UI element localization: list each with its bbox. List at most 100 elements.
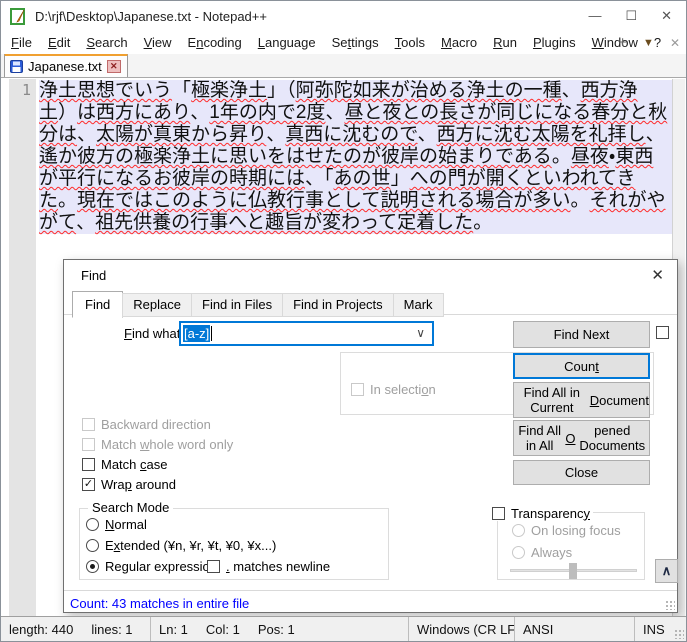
checkbox-box[interactable]	[656, 326, 669, 339]
text-run: 、	[646, 124, 665, 145]
dialog-tab-find[interactable]: Find	[72, 291, 123, 318]
find-what-combobox[interactable]: [a-z] ∨	[179, 321, 434, 346]
checkbox-label: . matches newline	[226, 559, 330, 574]
search-mode-normal-radio[interactable]: Normal	[86, 516, 147, 532]
checkbox-box[interactable]	[82, 438, 95, 451]
transparency-checkbox[interactable]: Transparency	[489, 505, 593, 521]
dialog-status-separator	[64, 590, 677, 591]
dialog-resize-grip[interactable]	[665, 600, 675, 610]
on-losing-focus-radio[interactable]: On losing focus	[512, 522, 621, 538]
text-run: 」	[391, 168, 410, 189]
text-run: 」	[267, 80, 286, 101]
radio-label: Always	[531, 545, 572, 560]
transparency-slider[interactable]	[510, 569, 637, 572]
text-run: 、	[325, 102, 344, 123]
radio-circle[interactable]	[512, 546, 525, 559]
radio-circle[interactable]	[86, 518, 99, 531]
text-run: 太陽が真東から昇り	[96, 124, 266, 145]
checkbox-box[interactable]	[82, 458, 95, 471]
checkbox-box[interactable]	[82, 418, 95, 431]
statusbar-field: Pos: 1	[258, 622, 295, 637]
bookmark-margin[interactable]	[2, 79, 9, 616]
menu-language[interactable]: Language	[250, 32, 324, 53]
close-icon[interactable]: ✕	[661, 8, 672, 24]
text-run: 「	[324, 168, 334, 189]
text-run: は西方にあり	[77, 102, 190, 123]
text-run: 、	[77, 124, 96, 145]
close-tab-icon[interactable]: ✕	[670, 36, 680, 50]
checkbox-box[interactable]	[351, 383, 364, 396]
transparency-slider-thumb[interactable]	[569, 563, 577, 579]
menu-items: FileEditSearchViewEncodingLanguageSettin…	[3, 32, 669, 53]
search-mode-regex-radio[interactable]: Regular expression	[86, 558, 217, 574]
radio-circle[interactable]	[86, 539, 99, 552]
menu-run[interactable]: Run	[485, 32, 525, 53]
tab-close-icon[interactable]: ✕	[107, 60, 121, 73]
menu-settings[interactable]: Settings	[324, 32, 387, 53]
text-run: 、	[562, 80, 581, 101]
statusbar-segment-4: INS	[635, 617, 673, 641]
dialog-tab-replace[interactable]: Replace	[122, 293, 192, 317]
text-run: 、	[305, 168, 324, 189]
radio-circle[interactable]	[86, 560, 99, 573]
statusbar-segment-3: ANSI	[515, 617, 635, 641]
title-bar: D:\rjf\Desktop\Japanese.txt - Notepad++ …	[1, 1, 686, 31]
statusbar-field: Col: 1	[206, 622, 240, 637]
checkbox-label: In selection	[370, 382, 436, 397]
dot-matches-newline-checkbox[interactable]: . matches newline	[207, 558, 330, 574]
checkbox-box[interactable]: ✓	[82, 478, 95, 491]
backward-direction-checkbox[interactable]: Backward direction	[82, 416, 211, 432]
find-all-current-button[interactable]: Find All in Current Document	[513, 382, 650, 418]
wrap-around-checkbox[interactable]: ✓Wrap around	[82, 476, 176, 492]
menu-encoding[interactable]: Encoding	[180, 32, 250, 53]
two-buttons-mode-checkbox[interactable]	[656, 324, 669, 340]
radio-label: Extended (¥n, ¥r, ¥t, ¥0, ¥x...)	[105, 538, 276, 553]
dialog-tab-strip: FindReplaceFind in FilesFind in Projects…	[72, 291, 443, 317]
text-caret	[211, 326, 212, 341]
saved-file-icon	[10, 60, 23, 73]
menu-macro[interactable]: Macro	[433, 32, 485, 53]
minimize-icon[interactable]: —	[588, 8, 601, 24]
statusbar-segment-1: Ln: 1Col: 1Pos: 1	[151, 617, 409, 641]
radio-label: Regular expression	[105, 559, 217, 574]
tab-japanese-txt[interactable]: Japanese.txt ✕	[4, 53, 128, 77]
dialog-tab-find-in-files[interactable]: Find in Files	[191, 293, 283, 317]
text-run: 浄土思想でいう	[39, 80, 172, 101]
radio-circle[interactable]	[512, 524, 525, 537]
count-button[interactable]: Count	[513, 353, 650, 379]
window-resize-grip[interactable]	[674, 629, 684, 639]
dialog-close-icon[interactable]: ✕	[651, 266, 664, 284]
match-whole-word-checkbox[interactable]: Match whole word only	[82, 436, 233, 452]
text-run: 、	[418, 124, 437, 145]
radio-label: On losing focus	[531, 523, 621, 538]
dialog-tab-mark[interactable]: Mark	[393, 293, 444, 317]
dialog-tab-find-in-projects[interactable]: Find in Projects	[282, 293, 394, 317]
text-run: ）	[58, 102, 77, 123]
in-selection-checkbox[interactable]: In selection	[351, 381, 436, 397]
collapse-dialog-button[interactable]: ∧	[655, 559, 678, 583]
maximize-icon[interactable]: ☐	[625, 8, 637, 24]
find-next-button[interactable]: Find Next	[513, 321, 650, 348]
close-button[interactable]: Close	[513, 460, 650, 485]
checkbox-box[interactable]	[492, 507, 505, 520]
match-case-checkbox[interactable]: Match case	[82, 456, 167, 472]
tab-list-dropdown-icon[interactable]: ▼	[643, 37, 654, 49]
menu-file[interactable]: File	[3, 32, 40, 53]
menu-edit[interactable]: Edit	[40, 32, 78, 53]
search-mode-extended-radio[interactable]: Extended (¥n, ¥r, ¥t, ¥0, ¥x...)	[86, 537, 276, 553]
checkbox-box[interactable]	[207, 560, 220, 573]
statusbar-field: Windows (CR LF)	[417, 622, 515, 637]
text-run: 祖先供養の行事へと趣旨が変わって定着した	[95, 212, 473, 233]
new-tab-icon[interactable]: +	[618, 34, 627, 51]
statusbar-field: ANSI	[523, 622, 553, 637]
menu-plugins[interactable]: Plugins	[525, 32, 584, 53]
menu-search[interactable]: Search	[78, 32, 135, 53]
text-run: 真西に沈むので	[285, 124, 417, 145]
always-radio[interactable]: Always	[512, 544, 572, 560]
search-mode-label: Search Mode	[88, 500, 173, 515]
file-tab-bar: Japanese.txt ✕	[1, 54, 686, 78]
combobox-chevron-icon[interactable]: ∨	[416, 326, 425, 340]
find-all-opened-button[interactable]: Find All in All Opened Documents	[513, 420, 650, 456]
menu-view[interactable]: View	[136, 32, 180, 53]
menu-tools[interactable]: Tools	[387, 32, 433, 53]
